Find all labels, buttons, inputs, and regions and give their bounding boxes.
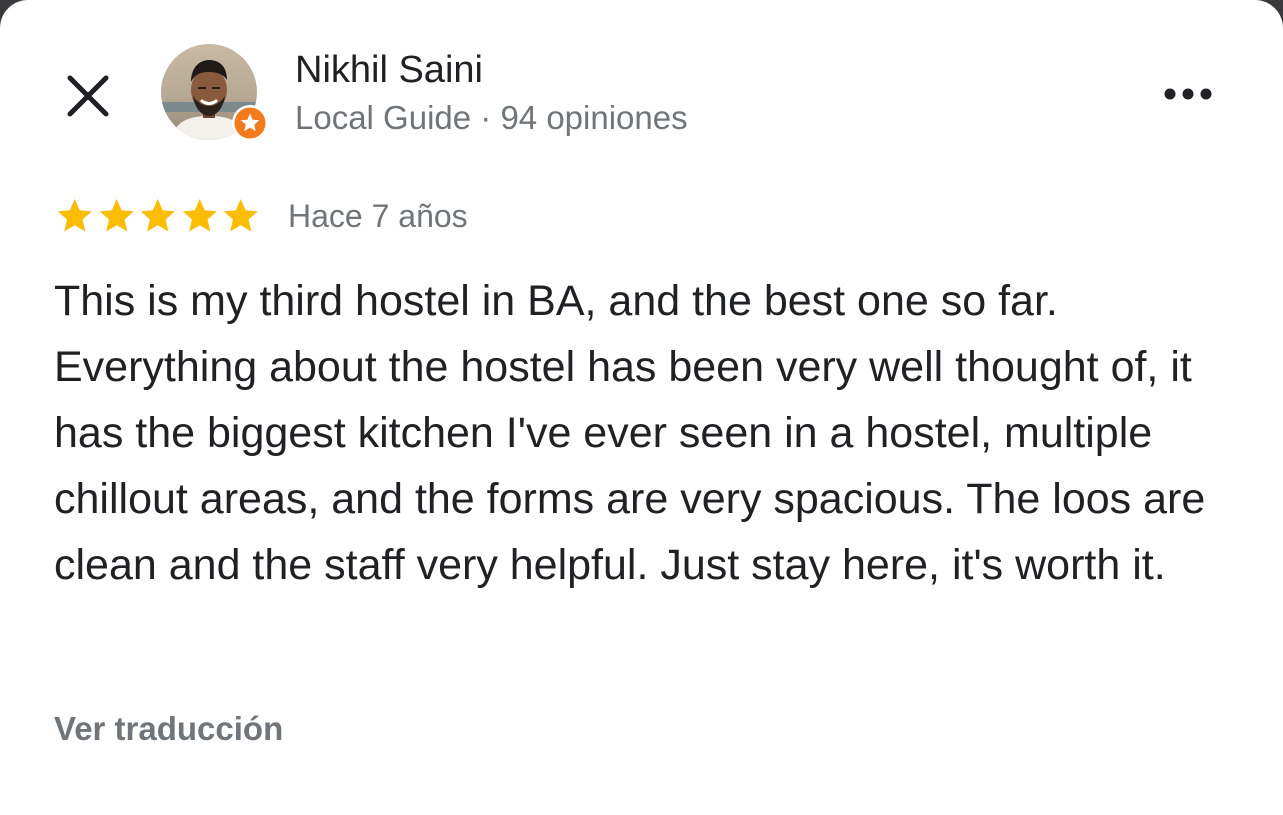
see-translation-link[interactable]: Ver traducción — [54, 708, 283, 750]
star-icon — [99, 199, 134, 232]
review-card: Nikhil Saini Local Guide · 94 opiniones … — [0, 0, 1283, 815]
author-meta: Local Guide · 94 opiniones — [295, 99, 688, 136]
star-icon — [182, 199, 217, 232]
local-guide-star-badge-icon — [232, 105, 268, 141]
more-horizontal-icon — [1164, 88, 1212, 100]
star-icon — [57, 199, 92, 232]
close-icon — [67, 75, 109, 117]
author-name[interactable]: Nikhil Saini — [295, 48, 483, 92]
star-icon — [223, 199, 258, 232]
close-button[interactable] — [62, 70, 114, 122]
star-icon — [140, 199, 175, 232]
star-rating — [54, 196, 262, 236]
local-guide-badge — [231, 104, 269, 142]
review-text: This is my third hostel in BA, and the b… — [54, 277, 1206, 589]
review-date: Hace 7 años — [288, 198, 468, 234]
more-options-button[interactable] — [1158, 78, 1218, 110]
